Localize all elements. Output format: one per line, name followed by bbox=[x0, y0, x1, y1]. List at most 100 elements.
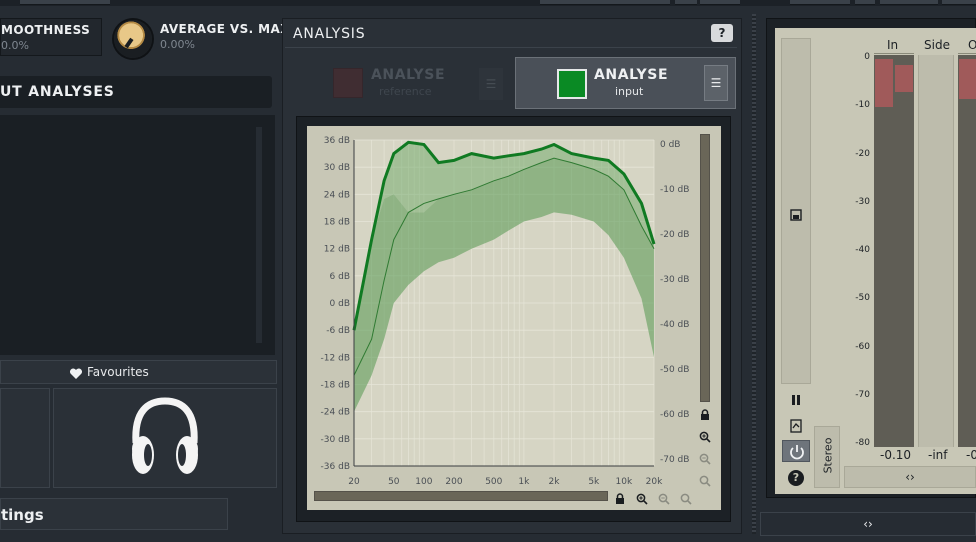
input-menu-icon[interactable]: ☰ bbox=[704, 65, 728, 101]
x-tick-label: 100 bbox=[415, 477, 432, 487]
output-peak-value: -0 bbox=[966, 448, 976, 462]
knob-pointer bbox=[124, 37, 134, 49]
favourites-button[interactable]: Favourites bbox=[0, 360, 277, 384]
meter-scale-label: -40 bbox=[855, 245, 870, 255]
y-tick-label-left: 0 dB bbox=[330, 299, 350, 309]
y-tick-label-left: 24 dB bbox=[324, 190, 350, 200]
x-tick-label: 5k bbox=[588, 477, 600, 487]
analyses-scrollbar[interactable] bbox=[256, 127, 262, 343]
top-tab[interactable] bbox=[855, 0, 875, 5]
meter-header-line bbox=[874, 53, 914, 54]
chart-mode-icon[interactable] bbox=[788, 418, 804, 434]
analyse-input-button[interactable]: ANALYSE input ☰ bbox=[515, 57, 736, 109]
output-meter bbox=[958, 55, 976, 447]
top-strip bbox=[0, 0, 976, 6]
zoom-fit-icon[interactable] bbox=[699, 472, 711, 487]
panel-expand-button[interactable]: ‹› bbox=[760, 512, 976, 536]
y-tick-label-left: -36 dB bbox=[321, 462, 350, 472]
zoom-fit-icon[interactable] bbox=[680, 490, 692, 505]
zoom-out-icon[interactable] bbox=[658, 490, 670, 505]
x-tick-label: 10k bbox=[616, 477, 633, 487]
analyses-header: UT ANALYSES bbox=[0, 76, 272, 108]
meter-header-line bbox=[958, 53, 976, 54]
preset-tile-left[interactable] bbox=[0, 388, 50, 488]
graph-level-scrollbar[interactable] bbox=[700, 134, 710, 402]
x-tick-label: 1k bbox=[518, 477, 530, 487]
y-tick-label-right: -60 dB bbox=[660, 410, 689, 420]
meter-scale-label: -60 bbox=[855, 341, 870, 352]
lock-icon[interactable] bbox=[614, 490, 626, 504]
meter-col-out: O bbox=[968, 38, 976, 52]
smoothness-value: 0.0% bbox=[1, 39, 29, 52]
zoom-in-icon[interactable] bbox=[699, 428, 711, 443]
headphones-icon bbox=[128, 397, 202, 483]
graph-horizontal-scrollbar[interactable] bbox=[314, 491, 608, 501]
stereo-mode-button[interactable]: Stereo bbox=[814, 426, 840, 488]
panel-divider[interactable] bbox=[752, 14, 756, 534]
y-tick-label-right: -20 dB bbox=[660, 230, 689, 240]
output-meter-bar bbox=[959, 59, 976, 99]
input-meter-bar-right bbox=[895, 65, 913, 93]
power-button[interactable] bbox=[782, 440, 810, 462]
top-tab[interactable] bbox=[20, 0, 110, 5]
input-label: ANALYSE bbox=[594, 67, 669, 83]
y-tick-label-right: -70 dB bbox=[660, 455, 689, 465]
y-tick-label-right: -40 dB bbox=[660, 320, 689, 330]
power-icon bbox=[790, 445, 804, 460]
input-sub: input bbox=[615, 85, 644, 98]
reference-menu-icon[interactable]: ☰ bbox=[479, 68, 503, 100]
top-tab[interactable] bbox=[790, 0, 850, 5]
average-max-label: AVERAGE VS. MAX bbox=[160, 22, 290, 36]
graph-area[interactable]: 36 dB 30 dB 24 dB 18 dB 12 dB 6 dB 0 dB -6 dB -1… bbox=[307, 126, 721, 510]
top-tab[interactable] bbox=[700, 0, 740, 5]
preset-tile-headphones[interactable] bbox=[53, 388, 277, 488]
help-icon[interactable]: ? bbox=[788, 470, 804, 486]
x-tick-label: 20k bbox=[646, 477, 663, 487]
y-tick-label-left: -24 dB bbox=[321, 408, 350, 418]
y-tick-label-left: -12 dB bbox=[321, 353, 350, 363]
x-tick-label: 2k bbox=[549, 477, 561, 487]
analyse-reference-button[interactable]: ANALYSE reference ☰ bbox=[293, 58, 509, 108]
meter-scale-label: -30 bbox=[855, 196, 870, 207]
zoom-in-icon[interactable] bbox=[636, 490, 648, 505]
meter-scale-label: -20 bbox=[855, 148, 870, 159]
save-icon[interactable] bbox=[790, 206, 802, 221]
zoom-out-icon[interactable] bbox=[699, 450, 711, 465]
input-meter-bar-left bbox=[875, 59, 893, 108]
x-tick-label: 200 bbox=[445, 477, 462, 487]
top-tab[interactable] bbox=[675, 0, 697, 5]
reference-sub: reference bbox=[379, 85, 432, 98]
top-tab[interactable] bbox=[880, 0, 938, 5]
settings-button[interactable]: tings bbox=[0, 498, 228, 530]
spectrum-chart: 36 dB 30 dB 24 dB 18 dB 12 dB 6 dB 0 dB -6 dB -1… bbox=[321, 136, 690, 487]
lock-icon[interactable] bbox=[699, 406, 711, 420]
side-meter bbox=[918, 55, 954, 447]
y-tick-label-left: 6 dB bbox=[330, 272, 350, 282]
y-tick-label-left: 18 dB bbox=[324, 218, 350, 228]
y-tick-label-right: -10 dB bbox=[660, 185, 689, 195]
heart-icon bbox=[69, 366, 83, 380]
meter-scale-label: -80 bbox=[855, 438, 870, 448]
stereo-label: Stereo bbox=[821, 437, 835, 474]
top-tab[interactable] bbox=[942, 0, 976, 5]
analysis-header: ANALYSIS ? bbox=[285, 20, 737, 48]
top-tab[interactable] bbox=[540, 0, 670, 5]
y-tick-label-right: 0 dB bbox=[660, 140, 680, 150]
x-tick-label: 50 bbox=[388, 477, 400, 487]
x-tick-label: 500 bbox=[485, 477, 502, 487]
input-indicator bbox=[557, 69, 587, 99]
meter-scale-label: -50 bbox=[855, 293, 870, 304]
meters-expand-button[interactable]: ‹› bbox=[844, 466, 976, 488]
pause-icon[interactable] bbox=[788, 392, 804, 408]
analyses-list[interactable] bbox=[0, 115, 275, 355]
help-icon[interactable]: ? bbox=[711, 24, 733, 42]
meter-scale: 0 -10 -20 -30 -40 -50 -60 -70 -80 bbox=[852, 52, 874, 455]
meter-col-side: Side bbox=[924, 38, 950, 52]
average-max-knob[interactable] bbox=[114, 20, 152, 58]
smoothness-box[interactable]: MOOTHNESS 0.0% bbox=[0, 18, 102, 56]
input-peak-value: -0.10 bbox=[880, 448, 912, 462]
reference-label: ANALYSE bbox=[371, 67, 446, 83]
average-max-value: 0.00% bbox=[160, 38, 195, 51]
y-tick-label-right: -30 dB bbox=[660, 275, 689, 285]
meter-col-in: In bbox=[887, 38, 899, 52]
